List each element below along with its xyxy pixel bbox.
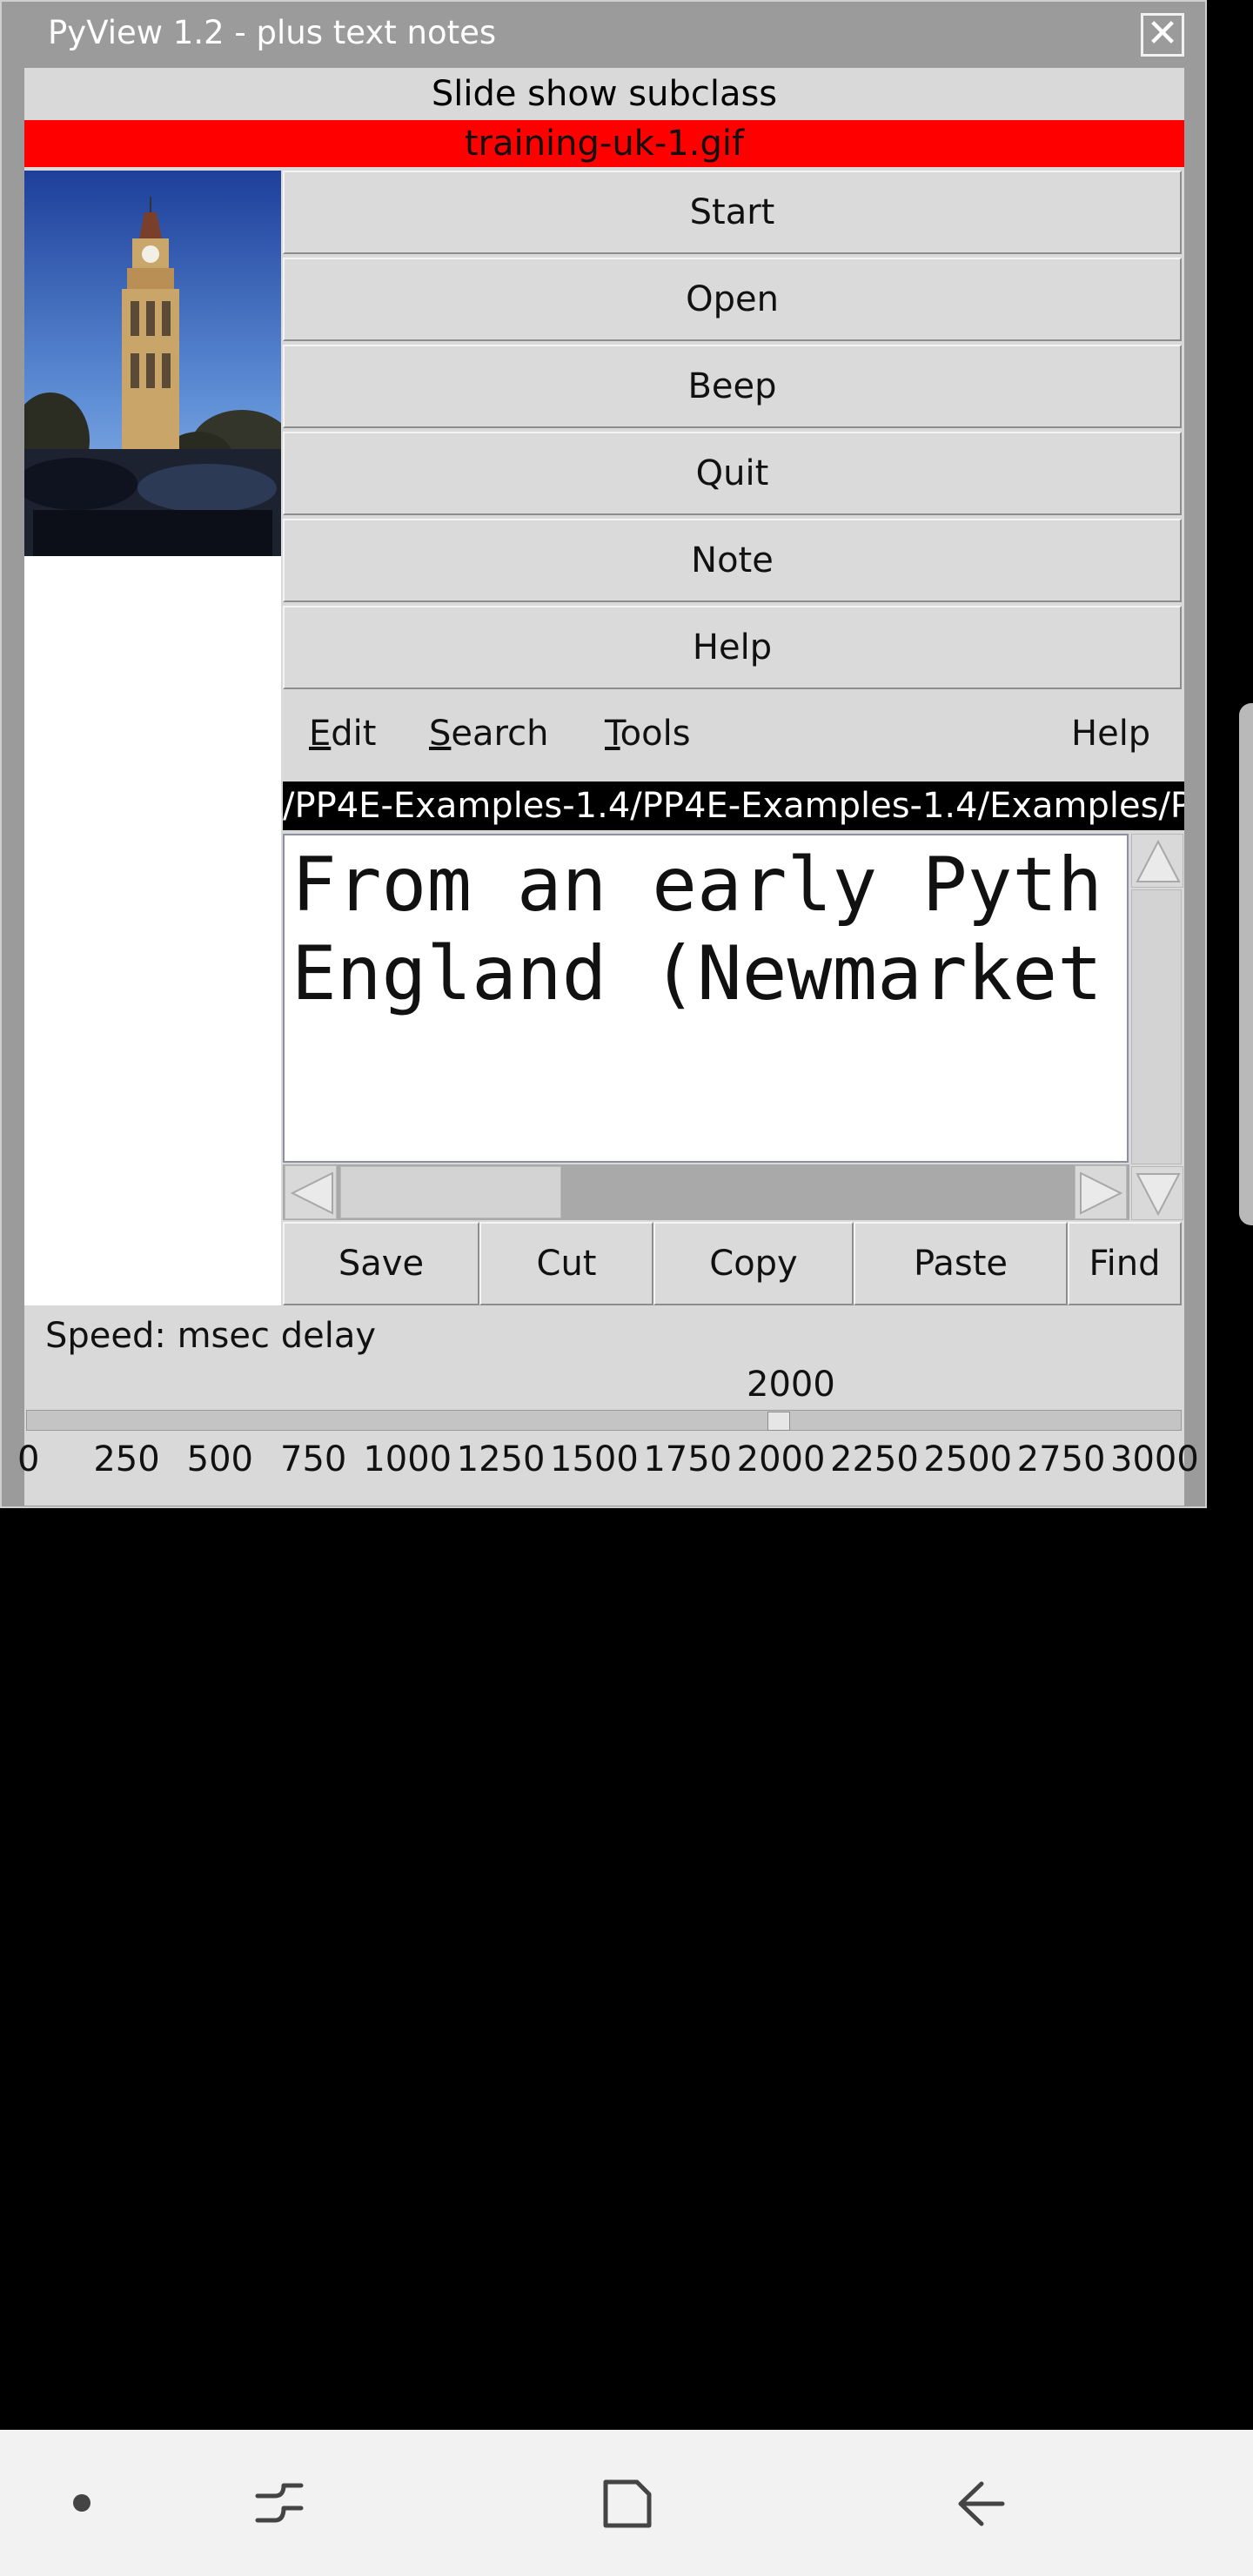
menu-search-label: earch — [451, 714, 549, 754]
speed-tick-label: 2750 — [1016, 1439, 1106, 1479]
menu-help[interactable]: Help — [1071, 714, 1150, 754]
menu-edit-mnemonic: E — [309, 714, 332, 754]
text-line: England (Newmarket — [291, 930, 1102, 1017]
slideshow-caption: Slide show subclass — [24, 68, 1184, 120]
quit-button[interactable]: Quit — [283, 432, 1182, 515]
menu-tools[interactable]: Tools — [605, 714, 691, 754]
file-path-bar: /PP4E-Examples-1.4/PP4E-Examples-1.4/Exa… — [283, 782, 1184, 830]
arrow-up-icon — [1136, 839, 1181, 882]
menu-edit-label: dit — [331, 714, 377, 754]
speed-scale-trough[interactable] — [26, 1410, 1182, 1431]
scroll-down-button[interactable] — [1131, 1166, 1183, 1220]
vertical-scroll-thumb[interactable] — [1131, 889, 1182, 1164]
back-icon[interactable] — [948, 2473, 1009, 2534]
open-button[interactable]: Open — [283, 258, 1182, 341]
help-button[interactable]: Help — [283, 606, 1182, 689]
horizontal-scrollbar[interactable] — [283, 1164, 1129, 1220]
speed-slider-handle[interactable] — [767, 1412, 790, 1431]
start-button[interactable]: Start — [283, 171, 1182, 254]
arrow-left-icon — [290, 1171, 333, 1215]
recent-dot-icon[interactable] — [64, 2485, 99, 2520]
speed-tick-label: 1250 — [456, 1439, 546, 1479]
title-bar: PyView 1.2 - plus text notes ✕ — [2, 2, 1205, 68]
menu-search[interactable]: Search — [429, 714, 548, 754]
beep-button[interactable]: Beep — [283, 345, 1182, 428]
close-icon: ✕ — [1146, 11, 1179, 56]
speed-tick-label: 2500 — [923, 1439, 1013, 1479]
home-icon[interactable] — [597, 2473, 658, 2534]
speed-tick-label: 250 — [93, 1439, 160, 1479]
find-button[interactable]: Find — [1068, 1222, 1182, 1305]
cut-button[interactable]: Cut — [479, 1222, 653, 1305]
speed-tick-label: 2000 — [736, 1439, 826, 1479]
menu-tools-label: ools — [620, 714, 691, 754]
copy-button[interactable]: Copy — [653, 1222, 854, 1305]
image-pane — [24, 171, 281, 1305]
arrow-right-icon — [1080, 1171, 1123, 1215]
editor-menu-bar: Edit Search Tools Help — [283, 693, 1182, 776]
speed-tick-label: 0 — [17, 1439, 40, 1479]
menu-search-mnemonic: S — [429, 714, 452, 754]
menu-edit[interactable]: Edit — [309, 714, 376, 754]
text-line: From an early Pyth — [291, 842, 1102, 929]
save-button[interactable]: Save — [283, 1222, 479, 1305]
horizontal-scroll-thumb[interactable] — [340, 1166, 561, 1218]
window-title: PyView 1.2 - plus text notes — [48, 14, 497, 51]
note-text-area[interactable]: From an early Pyth England (Newmarket — [283, 834, 1129, 1163]
paste-button[interactable]: Paste — [854, 1222, 1068, 1305]
note-button[interactable]: Note — [283, 519, 1182, 602]
edge-panel-handle[interactable] — [1239, 703, 1253, 1225]
close-button[interactable]: ✕ — [1141, 13, 1184, 57]
scroll-left-button[interactable] — [285, 1165, 337, 1219]
arrow-down-icon — [1136, 1173, 1181, 1217]
window-client: Slide show subclass training-uk-1.gif St… — [17, 68, 1199, 1506]
speed-tick-label: 1750 — [643, 1439, 733, 1479]
slide-image — [24, 171, 281, 556]
recents-icon[interactable] — [249, 2477, 310, 2529]
speed-tick-label: 3000 — [1110, 1439, 1199, 1479]
speed-tick-label: 2250 — [830, 1439, 919, 1479]
scroll-right-button[interactable] — [1075, 1165, 1127, 1219]
speed-tick-label: 1000 — [363, 1439, 452, 1479]
scroll-up-button[interactable] — [1131, 834, 1183, 888]
current-file-label: training-uk-1.gif — [24, 120, 1184, 167]
speed-tick-label: 750 — [280, 1439, 347, 1479]
android-nav-bar — [0, 2430, 1253, 2576]
speed-value: 2000 — [747, 1365, 835, 1405]
menu-tools-mnemonic: T — [605, 714, 620, 754]
speed-tick-label: 500 — [186, 1439, 254, 1479]
speed-label: Speed: msec delay — [45, 1316, 376, 1356]
pyview-window: PyView 1.2 - plus text notes ✕ Slide sho… — [0, 0, 1207, 1508]
vertical-scrollbar[interactable] — [1129, 834, 1184, 1220]
speed-tick-label: 1500 — [550, 1439, 639, 1479]
